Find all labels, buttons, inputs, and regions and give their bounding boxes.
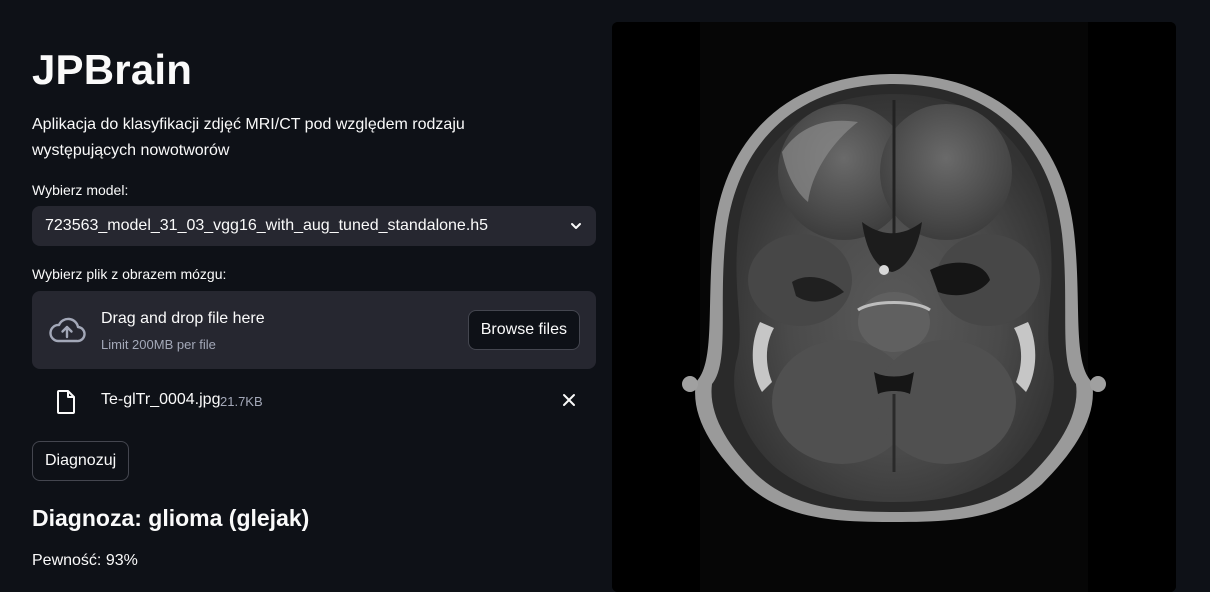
uploaded-file-size: 21.7KB bbox=[220, 394, 263, 409]
model-select-value: 723563_model_31_03_vgg16_with_aug_tuned_… bbox=[45, 217, 489, 234]
mri-scan-image bbox=[612, 22, 1176, 592]
chevron-down-icon bbox=[569, 219, 583, 233]
file-uploader-label: Wybierz plik z obrazem mózgu: bbox=[32, 266, 227, 282]
model-select-label: Wybierz model: bbox=[32, 182, 129, 198]
dropzone-title: Drag and drop file here bbox=[101, 310, 265, 327]
cloud-upload-icon bbox=[48, 313, 86, 347]
file-dropzone[interactable]: Drag and drop file here Limit 200MB per … bbox=[32, 291, 596, 369]
close-icon[interactable] bbox=[560, 391, 578, 409]
uploaded-file-row: Te-glTr_0004.jpg 21.7KB bbox=[32, 383, 596, 419]
uploaded-file-name: Te-glTr_0004.jpg bbox=[101, 391, 221, 408]
model-select[interactable]: 723563_model_31_03_vgg16_with_aug_tuned_… bbox=[32, 206, 596, 246]
dropzone-limit: Limit 200MB per file bbox=[101, 337, 216, 352]
app-description: Aplikacja do klasyfikacji zdjęć MRI/CT p… bbox=[32, 116, 465, 159]
file-icon bbox=[54, 389, 78, 415]
diagnose-button[interactable]: Diagnozuj bbox=[32, 441, 130, 481]
browse-files-button[interactable]: Browse files bbox=[467, 310, 580, 350]
diagnosis-heading: Diagnoza: glioma (glejak) bbox=[32, 505, 310, 531]
confidence-text: Pewność: 93% bbox=[32, 552, 138, 569]
app-title: JPBrain bbox=[32, 46, 193, 93]
